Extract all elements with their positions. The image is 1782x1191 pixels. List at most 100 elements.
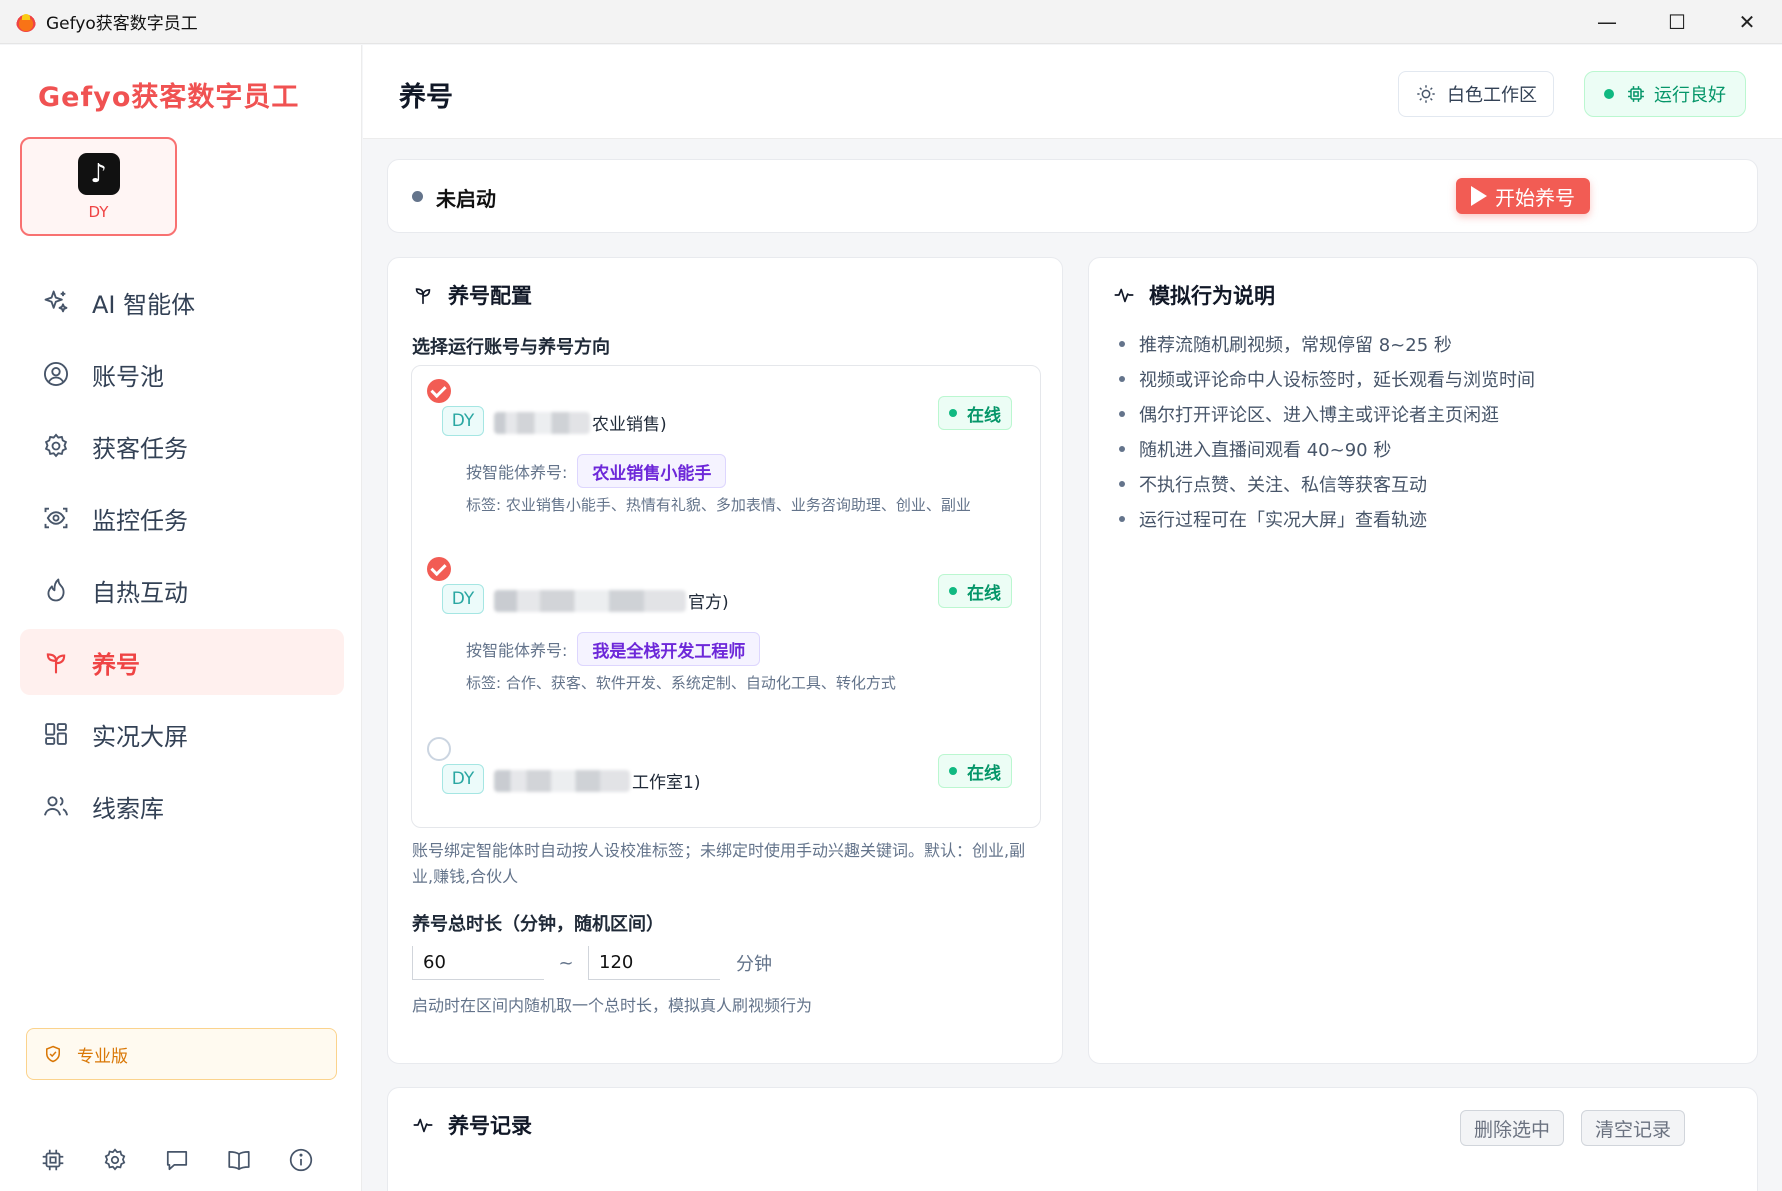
flame-icon <box>47 578 65 602</box>
scan-eye-icon <box>44 507 68 529</box>
sidebar-item-account-pool[interactable]: 账号池 <box>20 341 344 407</box>
close-button[interactable]: ✕ <box>1712 0 1782 44</box>
sidebar-item-label: 获客任务 <box>92 434 188 463</box>
page-title: 养号 <box>399 82 453 113</box>
duration-unit: 分钟 <box>736 954 772 975</box>
agent-binding-row: 按智能体养号: 农业销售小能手 <box>466 454 727 488</box>
redacted-name <box>494 769 630 792</box>
run-status-text: 未启动 <box>436 187 496 211</box>
book-icon[interactable] <box>226 1145 288 1175</box>
duration-min-input[interactable]: 60 <box>412 946 544 980</box>
list-item: 运行过程可在「实况大屏」查看轨迹 <box>1119 501 1739 536</box>
play-icon <box>1471 186 1487 206</box>
page-header: 养号 白色工作区 运行良好 <box>363 45 1782 139</box>
account-checkbox[interactable] <box>427 379 451 403</box>
account-binding-hint: 账号绑定智能体时自动按人设校准标签；未绑定时使用手动兴趣关键词。默认：创业,副业… <box>412 841 1026 886</box>
sidebar-item-live-dashboard[interactable]: 实况大屏 <box>20 701 344 767</box>
duration-title: 养号总时长（分钟，随机区间） <box>412 914 664 935</box>
status-dot <box>1604 89 1614 99</box>
config-title-text: 养号配置 <box>448 284 532 308</box>
run-status-card: 未启动 开始养号 <box>387 159 1758 233</box>
account-list: DY 农业销售) 在线 按智能体养号: 农业销售小能手 标签: 农业销售小能手、… <box>411 365 1041 828</box>
sparkles-icon <box>44 290 68 313</box>
window-titlebar: Gefyo获客数字员工 — ☐ ✕ <box>0 0 1782 44</box>
duration-separator: ~ <box>558 952 574 974</box>
sprout-icon <box>415 288 431 305</box>
sidebar-item-label: AI 智能体 <box>92 290 196 319</box>
duration-range: 60 ~ 120 分钟 <box>412 946 772 980</box>
nurture-config-card: 养号配置 选择运行账号与养号方向 DY 农业销售) 在线 按智能体养号: 农业销… <box>387 257 1063 1064</box>
online-badge: 在线 <box>938 574 1012 608</box>
delete-selected-button[interactable]: 删除选中 <box>1460 1110 1564 1146</box>
list-item: 不执行点赞、关注、私信等获客互动 <box>1119 466 1739 501</box>
agent-chip[interactable]: 农业销售小能手 <box>577 454 727 488</box>
platform-tag: DY <box>442 584 484 614</box>
start-nurture-label: 开始养号 <box>1495 185 1575 210</box>
brand-title: Gefyo获客数字员工 <box>38 82 300 113</box>
main-content: 养号 白色工作区 运行良好 未启动 开始养号 养号配置 选择运行账号与养号方向 <box>363 45 1782 1191</box>
theme-toggle-button[interactable]: 白色工作区 <box>1398 71 1554 117</box>
behavior-card-title: 模拟行为说明 <box>1113 280 1275 310</box>
sidebar-item-ai-agent[interactable]: AI 智能体 <box>20 269 344 335</box>
list-item: 偶尔打开评论区、进入博主或评论者主页闲逛 <box>1119 396 1739 431</box>
duration-max-input[interactable]: 120 <box>588 946 720 980</box>
activity-icon <box>413 1118 433 1133</box>
sidebar-nav: AI 智能体 账号池 获客任务 监控任务 自热互动 养号 实况大屏 线索库 <box>20 269 344 845</box>
list-item: 随机进入直播间观看 40~90 秒 <box>1119 431 1739 466</box>
start-nurture-button[interactable]: 开始养号 <box>1456 178 1590 214</box>
behavior-list: 推荐流随机刷视频，常规停留 8~25 秒 视频或评论命中人设标签时，延长观看与浏… <box>1119 326 1739 536</box>
message-icon[interactable] <box>164 1145 226 1175</box>
account-checkbox[interactable] <box>427 557 451 581</box>
users-icon <box>44 796 68 816</box>
agent-binding-row: 按智能体养号: 我是全栈开发工程师 <box>466 632 761 666</box>
maximize-button[interactable]: ☐ <box>1642 0 1712 44</box>
list-item: 视频或评论命中人设标签时，延长观看与浏览时间 <box>1119 361 1739 396</box>
clear-records-button[interactable]: 清空记录 <box>1581 1110 1685 1146</box>
edition-label: 专业版 <box>77 1046 128 1067</box>
theme-toggle-label: 白色工作区 <box>1447 85 1537 106</box>
user-circle-icon <box>43 361 69 387</box>
agent-binding-label: 按智能体养号: <box>466 463 568 482</box>
sidebar-item-leads[interactable]: 线索库 <box>20 773 344 839</box>
online-badge: 在线 <box>938 396 1012 430</box>
sidebar-item-label: 监控任务 <box>92 506 188 535</box>
account-checkbox[interactable] <box>427 737 451 761</box>
sidebar-item-acquire-tasks[interactable]: 获客任务 <box>20 413 344 479</box>
window-title: Gefyo获客数字员工 <box>46 14 198 34</box>
account-name: 农业销售) <box>494 410 667 435</box>
sidebar-item-self-interaction[interactable]: 自热互动 <box>20 557 344 623</box>
records-title-text: 养号记录 <box>448 1114 532 1138</box>
app-logo-icon <box>16 11 36 32</box>
window-controls: — ☐ ✕ <box>1572 0 1782 44</box>
sidebar-item-monitor-tasks[interactable]: 监控任务 <box>20 485 344 551</box>
settings-icon[interactable] <box>102 1145 164 1175</box>
agent-binding-label: 按智能体养号: <box>466 641 568 660</box>
redacted-name <box>494 411 590 434</box>
system-status-label: 运行良好 <box>1654 85 1726 106</box>
cpu-icon <box>1628 86 1644 102</box>
agent-chip[interactable]: 我是全栈开发工程师 <box>577 632 761 666</box>
sidebar-item-label: 养号 <box>92 650 140 679</box>
minimize-button[interactable]: — <box>1572 0 1642 44</box>
duration-hint: 启动时在区间内随机取一个总时长，模拟真人刷视频行为 <box>412 996 813 1015</box>
online-badge: 在线 <box>938 754 1012 788</box>
account-tags: 标签: 合作、获客、软件开发、系统定制、自动化工具、转化方式 <box>466 674 896 692</box>
sun-icon <box>1417 85 1435 103</box>
system-status-button[interactable]: 运行良好 <box>1584 71 1746 117</box>
account-tags: 标签: 农业销售小能手、热情有礼貌、多加表情、业务咨询助理、创业、副业 <box>466 496 971 514</box>
platform-account-card[interactable]: ♪ DY <box>20 137 177 236</box>
sprout-icon <box>46 653 66 674</box>
nurture-records-card: 养号记录 删除选中 清空记录 <box>387 1087 1758 1191</box>
account-name: 官方) <box>494 588 729 613</box>
list-item: 推荐流随机刷视频，常规停留 8~25 秒 <box>1119 326 1739 361</box>
redacted-name <box>494 589 686 612</box>
sidebar-item-label: 线索库 <box>92 794 164 823</box>
behavior-card: 模拟行为说明 推荐流随机刷视频，常规停留 8~25 秒 视频或评论命中人设标签时… <box>1088 257 1758 1064</box>
sidebar-item-nurture[interactable]: 养号 <box>20 629 344 695</box>
info-icon[interactable] <box>288 1145 350 1175</box>
edition-badge[interactable]: 专业版 <box>26 1028 337 1080</box>
cpu-icon[interactable] <box>40 1145 102 1175</box>
sidebar-item-label: 实况大屏 <box>92 722 188 751</box>
account-select-title: 选择运行账号与养号方向 <box>412 337 610 358</box>
behavior-title-text: 模拟行为说明 <box>1149 284 1275 308</box>
